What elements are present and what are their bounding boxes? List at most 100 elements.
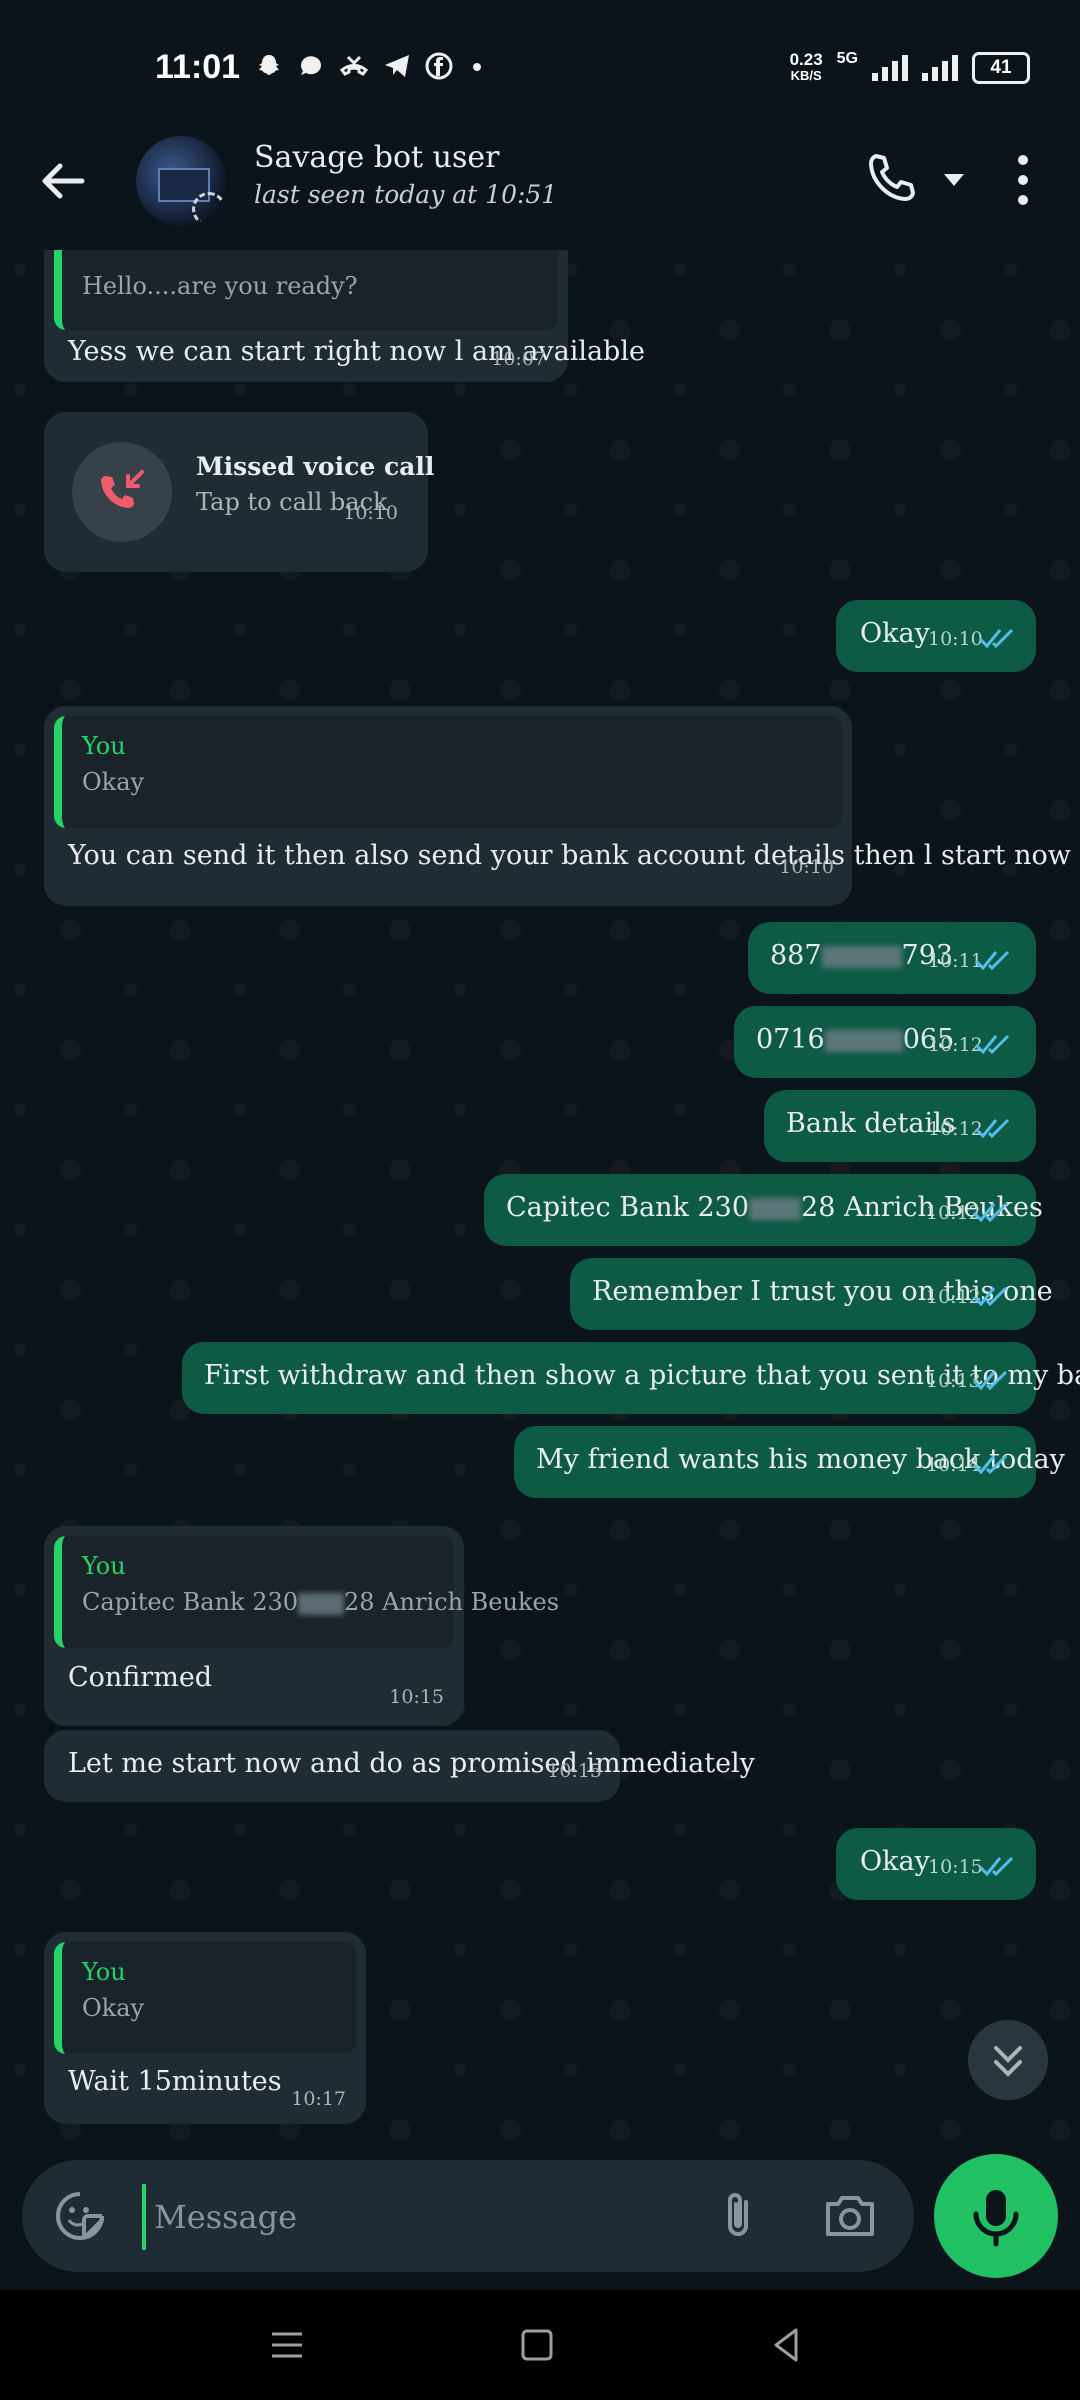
avatar[interactable] [136,136,226,226]
double-check-icon [974,1118,1010,1139]
message-text: 0716 065 [756,1024,954,1055]
message-incoming[interactable]: You Okay You can send it then also send … [44,706,1071,906]
redaction [749,1197,802,1220]
sticker-icon[interactable] [54,2190,106,2242]
chat-area[interactable]: Hello....are you ready? Yess we can star… [0,250,1080,2145]
menu-icon[interactable] [262,2320,312,2370]
call-title: Missed voice call [196,452,435,481]
notification-icons [255,52,487,80]
chat-header: Savage bot user last seen today at 10:51 [0,130,1080,251]
dot-icon [473,63,481,71]
network-speed: 0.23 KB/S [789,50,823,84]
text-part: 887 [770,940,822,971]
message-text: 887 793 [770,940,953,971]
missed-call-message[interactable]: Missed voice call Tap to call back 10:10 [44,412,434,572]
attach-icon[interactable] [712,2188,768,2244]
camera-icon[interactable] [822,2190,878,2242]
quote-author: You [82,732,126,760]
signal-icon-2 [922,55,958,81]
text-part: Capitec Bank 230 [506,1192,750,1223]
double-check-icon [978,1856,1014,1877]
message-time: 10:10 [779,856,834,878]
missed-call-icon [72,442,172,542]
redaction [298,1592,345,1615]
double-check-icon [972,1286,1008,1307]
message-time: 10:15 [547,1760,602,1782]
message-text: Okay [860,1846,930,1877]
message-incoming[interactable]: You Capitec Bank 230 28 Anrich Beukes Con… [44,1526,559,1726]
message-composer [22,2160,914,2272]
redaction [824,1029,903,1052]
message-time: 10:10 [928,628,983,650]
message-text: Confirmed [68,1662,213,1693]
status-bar: 11:01 0.23 KB/S 5G 41 [0,0,1080,130]
message-outgoing[interactable]: Remember I trust you on this one 10:12 [570,1258,1053,1330]
text-part: 0716 [756,1024,825,1055]
quote-author: You [82,1552,126,1580]
status-time: 11:01 [155,48,241,86]
quote-text: Capitec Bank 230 28 Anrich Beukes [82,1588,559,1616]
message-incoming[interactable]: You Okay Wait 15minutes 10:17 [44,1932,366,2124]
quote-text: Hello....are you ready? [82,272,358,300]
quote-text: Okay [82,768,145,796]
message-text: Let me start now and do as promised imme… [68,1748,755,1779]
double-check-icon [974,950,1010,971]
call-icon[interactable] [866,152,918,204]
contact-name[interactable]: Savage bot user [254,140,499,175]
message-incoming[interactable]: Let me start now and do as promised imme… [44,1730,755,1802]
chevron-down-icon[interactable] [942,170,966,190]
last-seen: last seen today at 10:51 [254,180,558,209]
double-chevron-down-icon [994,2046,1022,2077]
message-time: 10:07 [491,348,546,370]
quote-author: You [82,1958,126,1986]
message-outgoing[interactable]: Bank details 10:12 [764,1090,1036,1162]
message-time: 10:17 [291,2088,346,2110]
message-incoming[interactable]: Hello....are you ready? Yess we can star… [44,250,645,382]
message-time: 10:15 [389,1686,444,1708]
quoted-message[interactable]: You Okay [54,716,842,828]
quoted-message[interactable]: Hello....are you ready? [54,250,558,330]
more-options-icon[interactable] [1008,152,1038,208]
facebook-icon [425,52,453,80]
message-outgoing[interactable]: 887 793 10:11 [748,922,1036,994]
redaction [821,945,902,968]
message-text: Yess we can start right now l am availab… [68,336,645,367]
text-part: Capitec Bank 230 [82,1588,299,1616]
mic-icon [973,2190,1019,2247]
signal-icon [872,55,908,81]
back-arrow-icon[interactable] [38,156,88,206]
quoted-message[interactable]: You Okay [54,1942,356,2054]
message-time: 10:15 [928,1856,983,1878]
status-ring-icon [192,192,226,226]
message-outgoing[interactable]: 0716 065 10:12 [734,1006,1036,1078]
voice-record-button[interactable] [934,2154,1058,2278]
message-outgoing[interactable]: Okay 10:10 [836,600,1036,672]
double-check-icon [974,1034,1010,1055]
double-check-icon [978,628,1014,649]
double-check-icon [972,1202,1008,1223]
net-speed-unit: KB/S [790,68,822,83]
system-navigation-bar [0,2290,1080,2400]
snapchat-icon [259,55,279,75]
message-input[interactable] [142,2184,716,2250]
text-part: 28 Anrich Beukes [344,1588,560,1616]
message-outgoing[interactable]: Capitec Bank 230 28 Anrich Beukes 10:12 [484,1174,1043,1246]
message-time: 10:10 [343,502,398,524]
back-icon[interactable] [762,2320,812,2370]
battery-icon: 41 [972,52,1030,84]
net-speed-value: 0.23 [789,50,823,69]
message-outgoing[interactable]: First withdraw and then show a picture t… [182,1342,1080,1414]
home-icon[interactable] [512,2320,562,2370]
message-outgoing[interactable]: My friend wants his money back today 10:… [514,1426,1065,1498]
message-text: Okay [860,618,930,649]
chat-icon [300,56,321,75]
quoted-message[interactable]: You Capitec Bank 230 28 Anrich Beukes [54,1536,559,1648]
quote-text: Okay [82,1994,145,2022]
message-outgoing[interactable]: Okay 10:15 [836,1828,1036,1900]
message-text: You can send it then also send your bank… [68,840,1071,871]
scroll-to-bottom-button[interactable] [968,2020,1048,2100]
double-check-icon [972,1454,1008,1475]
double-check-icon [972,1370,1008,1391]
network-type: 5G [836,50,858,67]
phone-missed-icon [101,470,144,508]
